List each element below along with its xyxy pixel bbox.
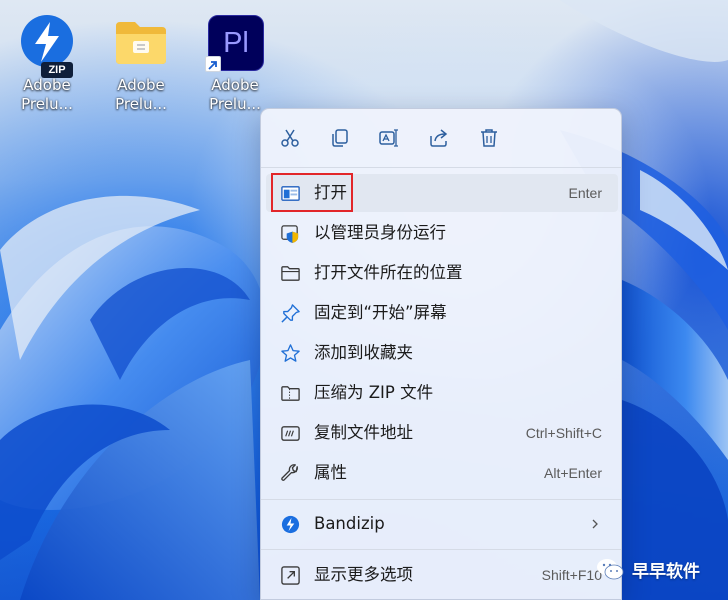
menu-item-label: 固定到“开始”屏幕	[314, 303, 447, 322]
bandizip-archive-icon: ZIP	[19, 14, 75, 78]
menu-item-label: Bandizip	[314, 514, 385, 533]
wrench-icon	[279, 463, 301, 483]
desktop-icon-label: Adobe Prelu...	[21, 76, 73, 113]
menu-item-properties[interactable]: 属性 Alt+Enter	[266, 454, 618, 492]
menu-item-copy-path[interactable]: 复制文件地址 Ctrl+Shift+C	[266, 414, 618, 452]
annotation-highlight-box	[271, 173, 353, 212]
menu-item-open-file-location[interactable]: 打开文件所在的位置	[266, 254, 618, 292]
desktop-icon-folder[interactable]: Adobe Prelu...	[96, 14, 186, 114]
menu-divider	[261, 549, 621, 550]
watermark: 早早软件	[596, 554, 700, 584]
menu-item-label: 以管理员身份运行	[314, 223, 446, 242]
shortcut-arrow-icon	[205, 56, 221, 72]
menu-item-label: 打开文件所在的位置	[314, 263, 463, 282]
zip-folder-icon	[279, 383, 301, 403]
menu-toolbar	[261, 109, 621, 167]
menu-item-label: 添加到收藏夹	[314, 343, 413, 362]
shield-icon	[279, 223, 301, 243]
menu-item-bandizip[interactable]: Bandizip	[266, 505, 618, 543]
menu-item-label: 显示更多选项	[314, 565, 413, 584]
folder-outline-icon	[279, 263, 301, 283]
menu-divider	[261, 499, 621, 500]
menu-item-shortcut: Alt+Enter	[544, 465, 602, 481]
star-icon	[279, 343, 301, 363]
menu-divider	[261, 167, 621, 168]
desktop-icon-zip[interactable]: ZIP Adobe Prelu...	[2, 14, 92, 114]
menu-item-shortcut: Ctrl+Shift+C	[525, 425, 602, 441]
desktop-icon-label: Adobe Prelu...	[115, 76, 167, 113]
menu-item-pin-to-start[interactable]: 固定到“开始”屏幕	[266, 294, 618, 332]
desktop-icon-premiere[interactable]: Pl Adobe Prelu...	[190, 14, 280, 114]
cut-button[interactable]	[273, 123, 307, 153]
delete-button[interactable]	[472, 123, 506, 153]
copy-icon	[332, 129, 348, 147]
wechat-logo-icon	[597, 559, 624, 580]
menu-item-add-to-favorites[interactable]: 添加到收藏夹	[266, 334, 618, 372]
menu-item-label: 复制文件地址	[314, 423, 413, 442]
watermark-text: 早早软件	[632, 561, 700, 582]
scissors-icon	[281, 129, 299, 147]
pin-icon	[279, 303, 301, 323]
premiere-pro-shortcut-icon: Pl	[205, 14, 264, 72]
more-options-icon	[279, 565, 301, 585]
rename-button[interactable]	[372, 123, 406, 153]
trash-icon	[481, 129, 497, 147]
menu-item-shortcut: Enter	[568, 185, 602, 201]
menu-item-shortcut: Shift+F10	[541, 567, 602, 583]
share-button[interactable]	[422, 123, 456, 153]
folder-icon	[113, 14, 169, 70]
menu-item-show-more-options[interactable]: 显示更多选项 Shift+F10	[266, 556, 618, 594]
copy-path-icon	[279, 423, 301, 443]
chevron-right-icon	[592, 519, 598, 529]
menu-item-label: 压缩为 ZIP 文件	[314, 383, 434, 402]
bandizip-icon	[279, 514, 301, 534]
menu-item-label: 属性	[314, 463, 347, 482]
rename-icon	[379, 129, 398, 147]
zip-badge: ZIP	[41, 62, 73, 78]
menu-item-compress-zip[interactable]: 压缩为 ZIP 文件	[266, 374, 618, 412]
share-icon	[430, 129, 448, 147]
menu-item-run-as-admin[interactable]: 以管理员身份运行	[266, 214, 618, 252]
copy-button[interactable]	[323, 123, 357, 153]
